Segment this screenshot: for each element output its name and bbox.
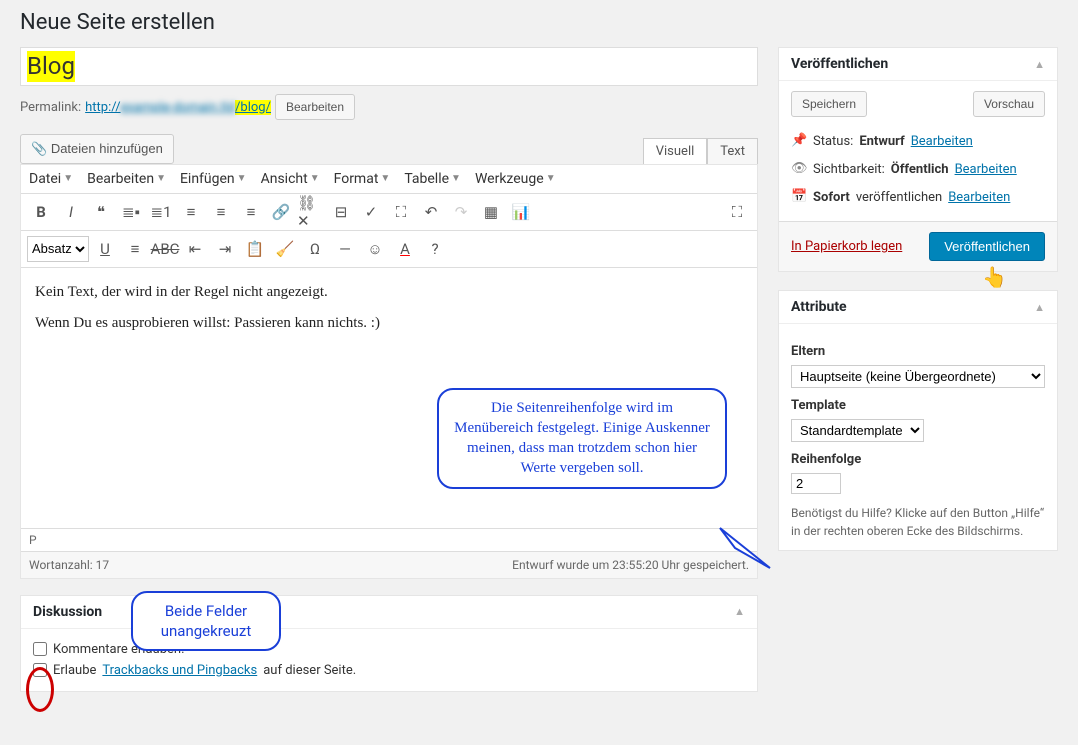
toolbar-row-2: Absatz U ≡ ABC ⇤ ⇥ 📋 🧹 Ω — ☺ A ? xyxy=(21,231,757,268)
parent-label: Eltern xyxy=(791,344,1045,359)
editor-menubar: Datei▼ Bearbeiten▼ Einfügen▼ Ansicht▼ Fo… xyxy=(21,165,757,194)
cursor-icon: 👆 xyxy=(982,265,1007,289)
more-button[interactable]: ⊟ xyxy=(327,198,355,226)
fullscreen-button[interactable]: ⛶ xyxy=(387,198,415,226)
trackbacks-link[interactable]: Trackbacks und Pingbacks xyxy=(102,663,257,678)
annotation-callout-order: Die Seitenreihenfolge wird im Menübereic… xyxy=(437,388,727,489)
format-select[interactable]: Absatz xyxy=(27,236,89,262)
page-heading: Neue Seite erstellen xyxy=(20,10,1058,35)
menu-format[interactable]: Format▼ xyxy=(334,171,391,187)
tab-visual[interactable]: Visuell xyxy=(643,138,708,164)
publish-panel: Veröffentlichen ▲ Speichern Vorschau 📌 S… xyxy=(778,47,1058,272)
permalink-row: Permalink: http://example-domain.tld/blo… xyxy=(20,94,758,120)
element-path: P xyxy=(21,528,757,551)
bold-button[interactable]: B xyxy=(27,198,55,226)
template-select[interactable]: Standardtemplate xyxy=(791,419,924,442)
blockquote-button[interactable]: ❝ xyxy=(87,198,115,226)
menu-bearbeiten[interactable]: Bearbeiten▼ xyxy=(87,171,166,187)
move-to-trash-link[interactable]: In Papierkorb legen xyxy=(791,239,902,254)
menu-tabelle[interactable]: Tabelle▼ xyxy=(404,171,461,187)
link-button[interactable]: 🔗 xyxy=(267,198,295,226)
justify-button[interactable]: ≡ xyxy=(121,235,149,263)
preview-button[interactable]: Vorschau xyxy=(973,91,1045,117)
order-input[interactable] xyxy=(791,473,841,494)
content-paragraph: Wenn Du es ausprobieren willst: Passiere… xyxy=(35,315,743,332)
attributes-panel-header[interactable]: Attribute ▲ xyxy=(779,291,1057,324)
toolbar-row-1: B I ❝ ≣▪ ≣1 ≡ ≡ ≡ 🔗 ⛓✕ ⊟ ✓ ⛶ ↶ ↷ ▦ 📊 ⛶ xyxy=(21,194,757,231)
calendar-icon: 📅 xyxy=(791,189,807,205)
paste-button[interactable]: 📋 xyxy=(241,235,269,263)
indent-button[interactable]: ⇥ xyxy=(211,235,239,263)
annotation-red-oval xyxy=(26,667,54,712)
media-icon: 📎 xyxy=(31,141,47,156)
content-paragraph: Kein Text, der wird in der Regel nicht a… xyxy=(35,284,743,301)
permalink-label: Permalink: xyxy=(20,100,81,115)
italic-button[interactable]: I xyxy=(57,198,85,226)
allow-comments-checkbox[interactable] xyxy=(33,642,47,656)
schedule-edit-link[interactable]: Bearbeiten xyxy=(948,190,1010,205)
page-title-input[interactable]: Blog xyxy=(27,51,75,82)
attributes-help-text: Benötigst du Hilfe? Klicke auf den Butto… xyxy=(791,504,1045,540)
redo-button[interactable]: ↷ xyxy=(447,198,475,226)
order-label: Reihenfolge xyxy=(791,452,1045,467)
status-row: 📌 Status: Entwurf Bearbeiten xyxy=(791,127,1045,155)
allow-trackbacks-row[interactable]: Erlaube Trackbacks und Pingbacks auf die… xyxy=(33,660,745,681)
editor-content[interactable]: Kein Text, der wird in der Regel nicht a… xyxy=(21,268,757,528)
permalink-url[interactable]: http://example-domain.tld/blog/ xyxy=(85,100,271,115)
visibility-row: 👁 Sichtbarkeit: Öffentlich Bearbeiten xyxy=(791,155,1045,183)
distraction-free-button[interactable]: ⛶ xyxy=(723,198,751,226)
word-count: Wortanzahl: 17 xyxy=(29,558,109,572)
pin-icon: 📌 xyxy=(791,133,807,149)
text-color-button[interactable]: A xyxy=(391,235,419,263)
permalink-edit-button[interactable]: Bearbeiten xyxy=(275,94,355,120)
spellcheck-button[interactable]: ✓ xyxy=(357,198,385,226)
outdent-button[interactable]: ⇤ xyxy=(181,235,209,263)
parent-select[interactable]: Hauptseite (keine Übergeordnete) xyxy=(791,365,1045,388)
special-char-button[interactable]: Ω xyxy=(301,235,329,263)
editor: Datei▼ Bearbeiten▼ Einfügen▼ Ansicht▼ Fo… xyxy=(20,164,758,579)
strike-button[interactable]: ABC xyxy=(151,235,179,263)
attributes-panel: Attribute ▲ Eltern Hauptseite (keine Übe… xyxy=(778,290,1058,551)
tab-text[interactable]: Text xyxy=(707,138,758,164)
ul-button[interactable]: ≣▪ xyxy=(117,198,145,226)
menu-ansicht[interactable]: Ansicht▼ xyxy=(261,171,320,187)
publish-button[interactable]: Veröffentlichen xyxy=(929,232,1045,261)
menu-werkzeuge[interactable]: Werkzeuge▼ xyxy=(475,171,556,187)
chart-button[interactable]: 📊 xyxy=(507,198,535,226)
clear-format-button[interactable]: 🧹 xyxy=(271,235,299,263)
undo-button[interactable]: ↶ xyxy=(417,198,445,226)
align-center-button[interactable]: ≡ xyxy=(207,198,235,226)
menu-datei[interactable]: Datei▼ xyxy=(29,171,73,187)
schedule-row: 📅 Sofort veröffentlichen Bearbeiten xyxy=(791,183,1045,211)
publish-panel-header[interactable]: Veröffentlichen ▲ xyxy=(779,48,1057,81)
help-button[interactable]: ? xyxy=(421,235,449,263)
collapse-icon: ▲ xyxy=(1034,58,1045,71)
hr-button[interactable]: — xyxy=(331,235,359,263)
menu-einfuegen[interactable]: Einfügen▼ xyxy=(180,171,247,187)
eye-icon: 👁 xyxy=(791,161,807,177)
add-media-button[interactable]: 📎 Dateien hinzufügen xyxy=(20,134,174,164)
annotation-callout-checkboxes: Beide Felder unangekreuzt xyxy=(131,591,281,652)
autosave-status: Entwurf wurde um 23:55:20 Uhr gespeicher… xyxy=(512,558,749,572)
align-right-button[interactable]: ≡ xyxy=(237,198,265,226)
underline-button[interactable]: U xyxy=(91,235,119,263)
collapse-icon: ▲ xyxy=(734,605,745,618)
table-button[interactable]: ▦ xyxy=(477,198,505,226)
save-draft-button[interactable]: Speichern xyxy=(791,91,867,117)
template-label: Template xyxy=(791,398,1045,413)
align-left-button[interactable]: ≡ xyxy=(177,198,205,226)
collapse-icon: ▲ xyxy=(1034,301,1045,314)
emoji-button[interactable]: ☺ xyxy=(361,235,389,263)
status-edit-link[interactable]: Bearbeiten xyxy=(911,134,973,149)
unlink-button[interactable]: ⛓✕ xyxy=(297,198,325,226)
visibility-edit-link[interactable]: Bearbeiten xyxy=(955,162,1017,177)
ol-button[interactable]: ≣1 xyxy=(147,198,175,226)
